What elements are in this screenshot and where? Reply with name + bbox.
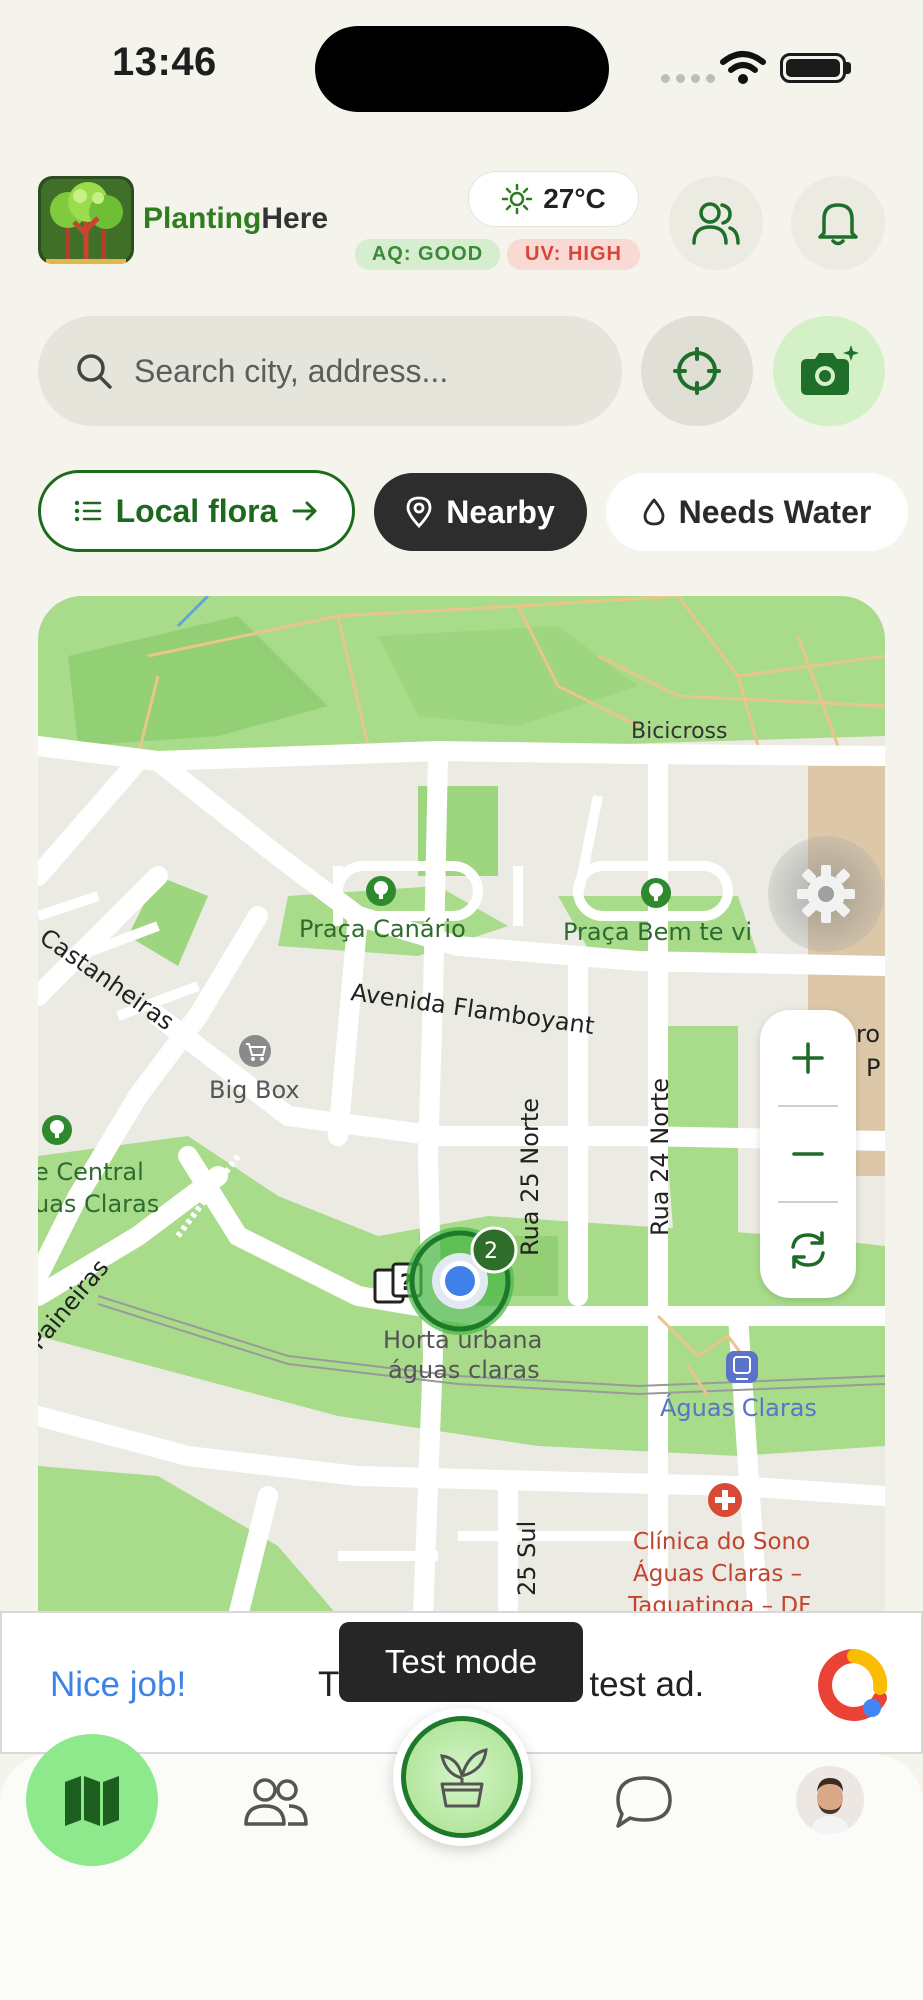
nearby-chip[interactable]: Nearby (374, 473, 587, 551)
map-label-horta-2: águas claras (388, 1356, 540, 1384)
app-logo (38, 176, 134, 264)
list-icon (74, 500, 101, 522)
bell-icon (818, 203, 858, 246)
map-icon (65, 1776, 119, 1826)
map-label-rua-25-sul: 25 Sul (513, 1521, 541, 1596)
zoom-controls (760, 1010, 856, 1298)
needs-water-chip[interactable]: Needs Water (606, 473, 908, 551)
crosshair-icon (673, 347, 721, 395)
test-mode-toast: Test mode (339, 1622, 583, 1702)
zoom-out-button[interactable] (760, 1106, 856, 1202)
friends-button[interactable] (669, 176, 763, 270)
wifi-icon (720, 51, 766, 84)
search-icon (77, 354, 112, 389)
zoom-in-button[interactable] (760, 1010, 856, 1106)
plus-icon (792, 1042, 824, 1074)
battery-icon (780, 53, 846, 83)
ad-title: Nice job! (50, 1665, 187, 1704)
nav-community-button[interactable] (236, 1762, 316, 1842)
chat-bubble-icon (616, 1776, 672, 1828)
map-label-rua-25-norte: Rua 25 Norte (516, 1098, 544, 1256)
map-label-aguas-claras: Águas Claras (660, 1393, 817, 1422)
cellular-signal-icon (661, 74, 715, 83)
map-label-rua-24-norte: Rua 24 Norte (646, 1078, 674, 1236)
brand-part-1: Planting (143, 202, 262, 235)
nav-plant-button[interactable] (393, 1708, 531, 1846)
map-label-praca-canario: Praça Canário (299, 915, 466, 943)
map-label-edge-ro: ro (856, 1020, 880, 1048)
ad-text-right: test ad. (589, 1665, 705, 1704)
status-time: 13:46 (112, 40, 217, 84)
arrow-right-icon (292, 501, 317, 521)
map-settings-button[interactable] (768, 836, 884, 952)
map-view[interactable]: Bicicross Praça Canário Praça Bem te vi … (38, 596, 885, 1616)
refresh-map-button[interactable] (760, 1202, 856, 1298)
train-station-icon (726, 1351, 758, 1383)
map-label-central-2: uas Claras (38, 1190, 159, 1218)
map-label-big-box: Big Box (209, 1076, 300, 1104)
map-label-bicicross: Bicicross (631, 719, 727, 744)
local-flora-label: Local flora (115, 492, 278, 529)
tree-poi-icon (641, 878, 671, 908)
shopping-cart-poi-icon (239, 1035, 271, 1067)
location-pin-icon (406, 496, 432, 528)
nav-map-button[interactable] (26, 1734, 158, 1866)
clinic-poi-icon (708, 1483, 742, 1517)
tree-poi-icon (42, 1115, 72, 1145)
air-quality-badge: AQ: GOOD (355, 239, 500, 270)
local-flora-chip[interactable]: Local flora (38, 470, 355, 552)
ad-text-left: T (318, 1665, 340, 1704)
sun-icon (501, 183, 533, 215)
brand-part-2: Here (261, 202, 329, 235)
profile-avatar[interactable] (796, 1766, 864, 1834)
search-bar[interactable] (38, 316, 622, 426)
map-label-central-1: e Central (38, 1158, 144, 1186)
uv-index-badge: UV: HIGH (507, 239, 640, 270)
users-icon (692, 202, 740, 245)
avatar-image (796, 1766, 864, 1834)
minus-icon (792, 1152, 824, 1156)
map-label-praca-bem-te-vi: Praça Bem te vi (563, 918, 752, 946)
map-label-clinica-2: Águas Claras – (633, 1559, 802, 1587)
notifications-button[interactable] (791, 176, 885, 270)
locate-me-button[interactable] (641, 316, 753, 426)
cluster-count: 2 (484, 1239, 498, 1264)
potted-plant-icon (440, 1748, 488, 1808)
battery-cap (846, 62, 851, 74)
water-drop-icon (643, 498, 665, 526)
search-input[interactable] (134, 352, 574, 390)
plant-button-inner (401, 1716, 523, 1838)
map-label-clinica-1: Clínica do Sono (633, 1529, 810, 1555)
nav-chat-button[interactable] (604, 1762, 684, 1842)
camera-sparkle-icon (801, 345, 859, 395)
weather-pill[interactable]: 27°C (468, 171, 639, 227)
community-icon (244, 1778, 308, 1826)
gear-icon (797, 865, 855, 923)
map-label-edge-p: P (866, 1054, 880, 1082)
temperature: 27°C (543, 183, 606, 214)
ad-network-logo-icon (818, 1649, 888, 1721)
tree-poi-icon (366, 876, 396, 906)
nearby-label: Nearby (446, 493, 555, 530)
refresh-icon (791, 1231, 825, 1269)
camera-identify-button[interactable] (773, 316, 885, 426)
dynamic-island (315, 26, 609, 112)
needs-water-label: Needs Water (678, 493, 872, 530)
brand-name: PlantingHere (143, 202, 328, 236)
